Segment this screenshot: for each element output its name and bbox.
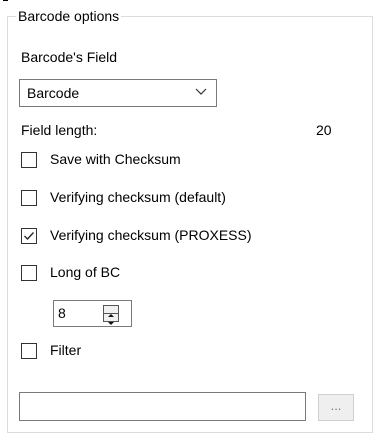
barcode-field-select[interactable]: Barcode (19, 79, 217, 107)
chevron-down-icon[interactable] (194, 85, 208, 99)
verifying-checksum-proxess-label: Verifying checksum (PROXESS) (50, 227, 252, 243)
save-with-checksum-label: Save with Checksum (50, 151, 181, 167)
field-length-label: Field length: (21, 122, 98, 138)
spinner-buttons[interactable] (103, 305, 119, 325)
barcode-field-label: Barcode's Field (21, 49, 118, 65)
verifying-checksum-default-checkbox[interactable] (21, 190, 37, 206)
long-of-bc-checkbox[interactable] (21, 265, 37, 281)
spinner-value: 8 (58, 305, 66, 321)
long-of-bc-label: Long of BC (50, 264, 121, 280)
filter-label: Filter (50, 342, 82, 358)
long-of-bc-spinner[interactable]: 8 (53, 300, 132, 327)
barcode-field-selected: Barcode (27, 85, 80, 101)
verifying-checksum-default-label: Verifying checksum (default) (50, 189, 226, 205)
verifying-checksum-proxess-checkbox[interactable] (21, 228, 37, 244)
field-length-value: 20 (316, 122, 332, 138)
browse-button[interactable]: ... (318, 394, 354, 421)
checkmark-icon (24, 232, 34, 240)
spinner-down-icon[interactable] (104, 314, 118, 325)
save-with-checksum-checkbox[interactable] (21, 152, 37, 168)
filter-input[interactable] (19, 392, 306, 421)
group-title: Barcode options (16, 8, 122, 24)
filter-checkbox[interactable] (21, 343, 37, 359)
top-dash (3, 0, 8, 1)
spinner-up-icon[interactable] (104, 306, 118, 317)
